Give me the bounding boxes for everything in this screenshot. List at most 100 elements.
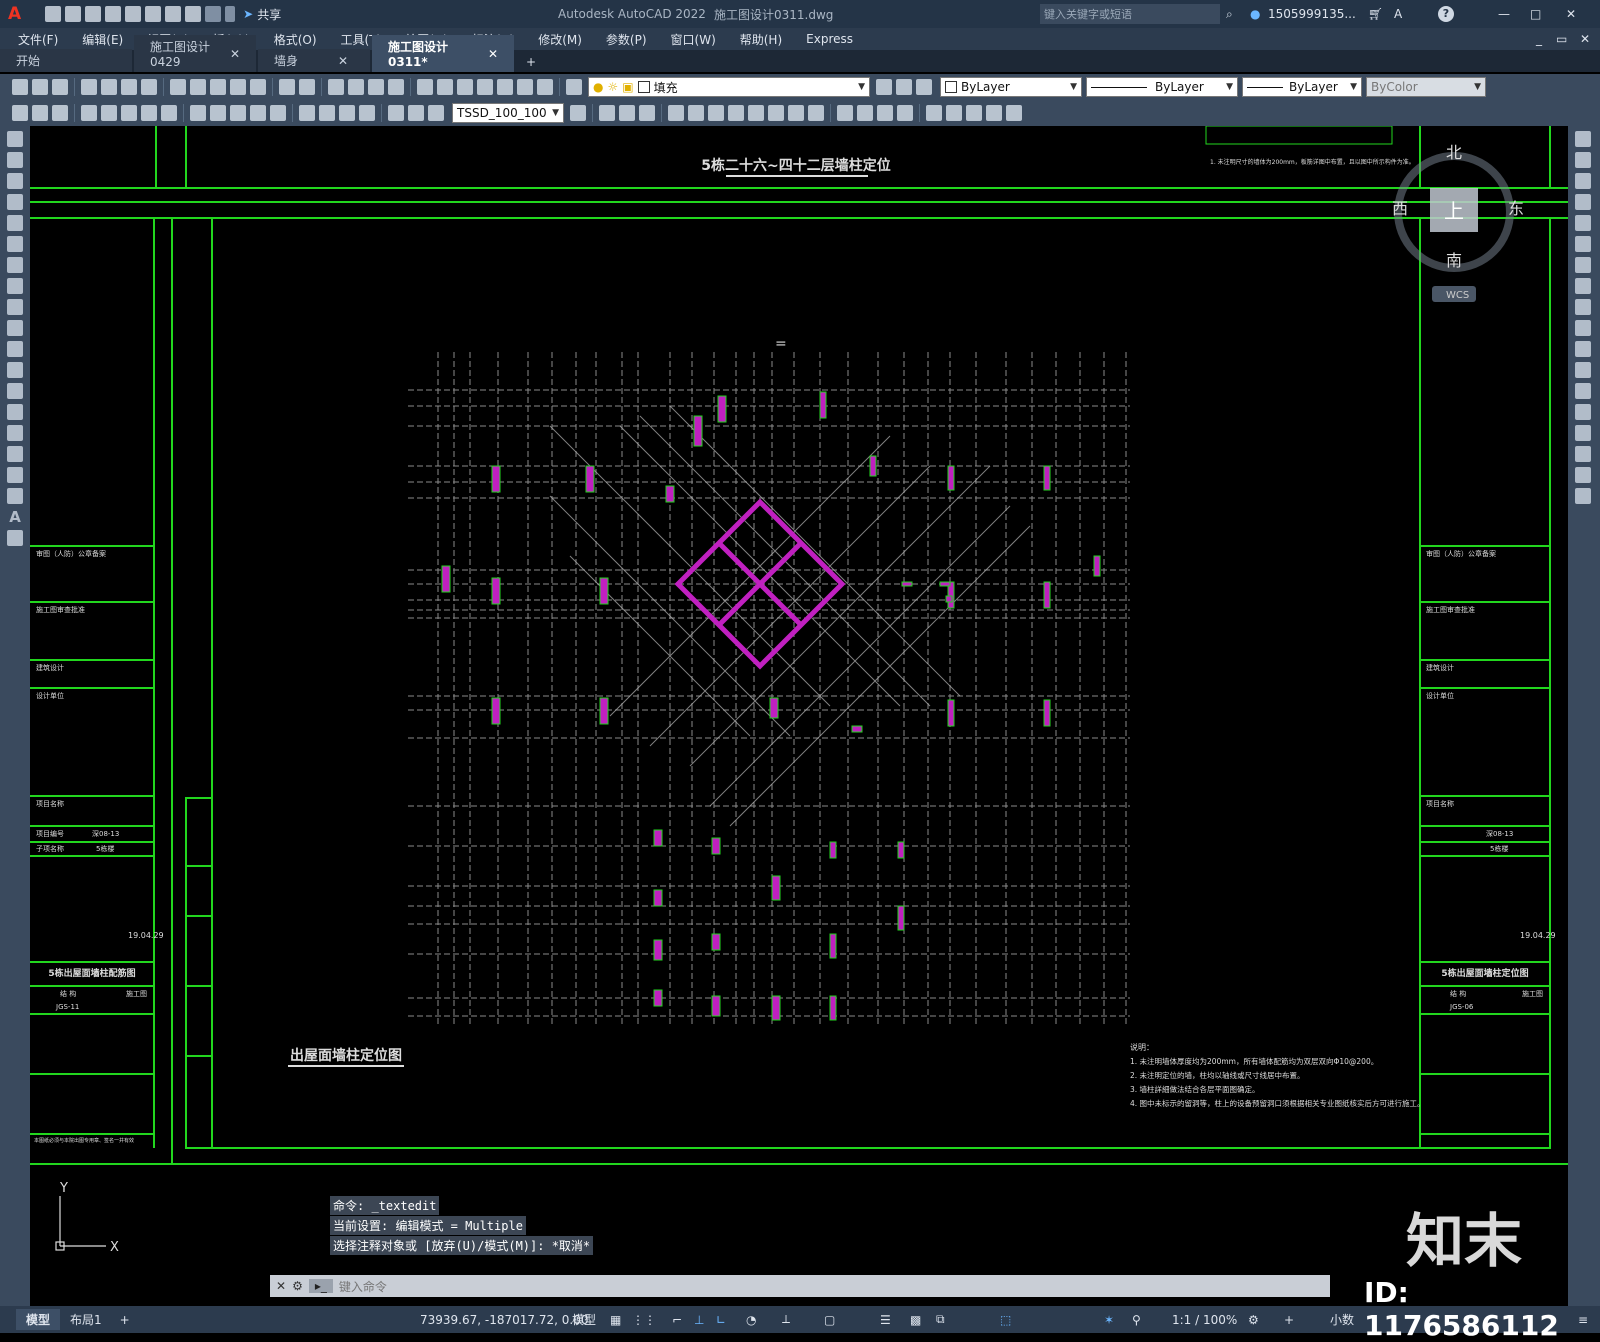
fillet-icon[interactable] xyxy=(1575,446,1591,462)
layer-properties-icon[interactable] xyxy=(566,79,582,95)
restore-button[interactable]: □ xyxy=(1530,7,1541,21)
cart-icon[interactable]: 🛒︎ xyxy=(1368,7,1383,21)
menu-parametric[interactable]: 参数(P) xyxy=(594,31,659,48)
command-line[interactable]: ✕ ⚙︎ ▸_ 键入命令 xyxy=(270,1275,1330,1297)
calculator-icon[interactable] xyxy=(517,79,533,95)
doc-minimize-button[interactable]: _ xyxy=(1536,32,1542,46)
selection-cycling-icon[interactable]: ⧉ xyxy=(936,1312,945,1327)
osnap-icon[interactable]: ▢ xyxy=(824,1313,835,1327)
hatch-icon[interactable] xyxy=(7,425,23,441)
close-tab-icon[interactable]: ✕ xyxy=(488,47,498,61)
doc-restore-button[interactable]: ▭ xyxy=(1556,32,1567,46)
dim-edit-icon[interactable] xyxy=(388,105,404,121)
dim-arc-icon[interactable] xyxy=(52,105,68,121)
save-web-icon[interactable] xyxy=(145,6,162,22)
explode-icon[interactable] xyxy=(1575,488,1591,504)
spline-icon[interactable] xyxy=(7,299,23,315)
layer-previous-icon[interactable] xyxy=(896,79,912,95)
qat-dropdown-icon[interactable] xyxy=(225,6,236,22)
menu-modify[interactable]: 修改(M) xyxy=(526,31,594,48)
dim-linear-icon[interactable] xyxy=(12,105,28,121)
dim-diameter-icon[interactable] xyxy=(141,105,157,121)
camera-icon[interactable] xyxy=(986,105,1002,121)
center-mark-icon[interactable] xyxy=(319,105,335,121)
menu-file[interactable]: 文件(F) xyxy=(6,31,70,48)
autodesk-icon[interactable]: A xyxy=(1394,7,1402,21)
pan-icon[interactable] xyxy=(328,79,344,95)
visual-style-icon[interactable] xyxy=(897,105,913,121)
chamfer-icon[interactable] xyxy=(1575,425,1591,441)
add-tab-button[interactable]: + xyxy=(516,52,546,72)
undo-icon[interactable] xyxy=(279,79,295,95)
point-icon[interactable] xyxy=(7,404,23,420)
polygon-icon[interactable] xyxy=(7,194,23,210)
close-tab-icon[interactable]: ✕ xyxy=(230,47,240,61)
offset-icon[interactable] xyxy=(1575,194,1591,210)
close-command-icon[interactable]: ✕ xyxy=(276,1279,286,1293)
ucs-icon[interactable] xyxy=(668,105,684,121)
close-tab-icon[interactable]: ✕ xyxy=(338,54,348,68)
dim-ordinate-icon[interactable] xyxy=(81,105,97,121)
command-input[interactable]: 键入命令 xyxy=(339,1278,387,1295)
annotation-scale-icon[interactable]: ⚲ xyxy=(1132,1313,1141,1327)
quick-dim-icon[interactable] xyxy=(190,105,206,121)
dim-radius-icon[interactable] xyxy=(101,105,117,121)
menu-help[interactable]: 帮助(H) xyxy=(728,31,794,48)
viewcube-east[interactable]: 东 xyxy=(1508,199,1524,218)
copy-object-icon[interactable] xyxy=(1575,152,1591,168)
annotation-scale[interactable]: 1:1 / 100% xyxy=(1172,1313,1237,1327)
search-box[interactable]: 键入关键字或短语 xyxy=(1040,4,1220,24)
layout-tab-layout1[interactable]: 布局1 xyxy=(60,1309,112,1330)
doc-close-button[interactable]: ✕ xyxy=(1580,32,1590,46)
zoom-window-icon[interactable] xyxy=(368,79,384,95)
make-current-icon[interactable] xyxy=(876,79,892,95)
blend-curves-icon[interactable] xyxy=(1575,467,1591,483)
viewcube-west[interactable]: 西 xyxy=(1392,199,1408,218)
rotate-icon[interactable] xyxy=(1575,257,1591,273)
tab-wall[interactable]: 墙身 ✕ xyxy=(258,49,370,72)
transparency-icon[interactable]: ▩ xyxy=(910,1313,921,1327)
block-editor-icon[interactable] xyxy=(250,79,266,95)
view-front-icon[interactable] xyxy=(599,105,615,121)
user-name[interactable]: 1505999135... xyxy=(1268,7,1356,21)
copy-icon[interactable] xyxy=(190,79,206,95)
undo-icon[interactable] xyxy=(185,6,202,22)
autocad-logo-icon[interactable]: A xyxy=(8,4,21,24)
dim-angular-icon[interactable] xyxy=(161,105,177,121)
revision-cloud-icon[interactable] xyxy=(7,278,23,294)
sheet-set-icon[interactable] xyxy=(477,79,493,95)
dimstyle-dropdown[interactable]: TSSD_100_100 ▼ xyxy=(452,103,564,123)
new-icon[interactable] xyxy=(12,79,28,95)
redo-icon[interactable] xyxy=(205,6,222,22)
add-layout-button[interactable]: + xyxy=(112,1311,138,1329)
ellipse-arc-icon[interactable] xyxy=(7,341,23,357)
region-icon[interactable] xyxy=(7,467,23,483)
ucs-previous-icon[interactable] xyxy=(708,105,724,121)
rectangle-icon[interactable] xyxy=(7,215,23,231)
insert-block-icon[interactable] xyxy=(7,362,23,378)
user-icon[interactable]: ● xyxy=(1250,7,1260,21)
walk-icon[interactable] xyxy=(946,105,962,121)
markup-icon[interactable] xyxy=(497,79,513,95)
grid-icon[interactable]: ▦ xyxy=(610,1313,621,1327)
ortho-icon[interactable]: ⊥ xyxy=(694,1313,704,1327)
open-icon[interactable] xyxy=(32,79,48,95)
lineweight-icon[interactable]: ☰ xyxy=(880,1313,891,1327)
lineweight-dropdown[interactable]: ByLayer ▼ xyxy=(1242,77,1362,97)
design-center-icon[interactable] xyxy=(437,79,453,95)
ucs-face-icon[interactable] xyxy=(728,105,744,121)
viewcube-north[interactable]: 北 xyxy=(1446,143,1462,162)
share-button[interactable]: ➤ 共享 xyxy=(243,6,281,23)
ucs-world-icon[interactable] xyxy=(688,105,704,121)
tolerance-icon[interactable] xyxy=(299,105,315,121)
slideshow-icon[interactable] xyxy=(1006,105,1022,121)
menu-format[interactable]: 格式(O) xyxy=(262,31,329,48)
save-icon[interactable] xyxy=(52,79,68,95)
workspace-gear-icon[interactable]: ⚙︎ xyxy=(1248,1313,1259,1327)
dim-jogged-icon[interactable] xyxy=(121,105,137,121)
viewcube-top[interactable]: 上 xyxy=(1444,199,1464,223)
ucs-object-icon[interactable] xyxy=(748,105,764,121)
ucs-view-icon[interactable] xyxy=(768,105,784,121)
dim-continue-icon[interactable] xyxy=(230,105,246,121)
array-icon[interactable] xyxy=(1575,215,1591,231)
